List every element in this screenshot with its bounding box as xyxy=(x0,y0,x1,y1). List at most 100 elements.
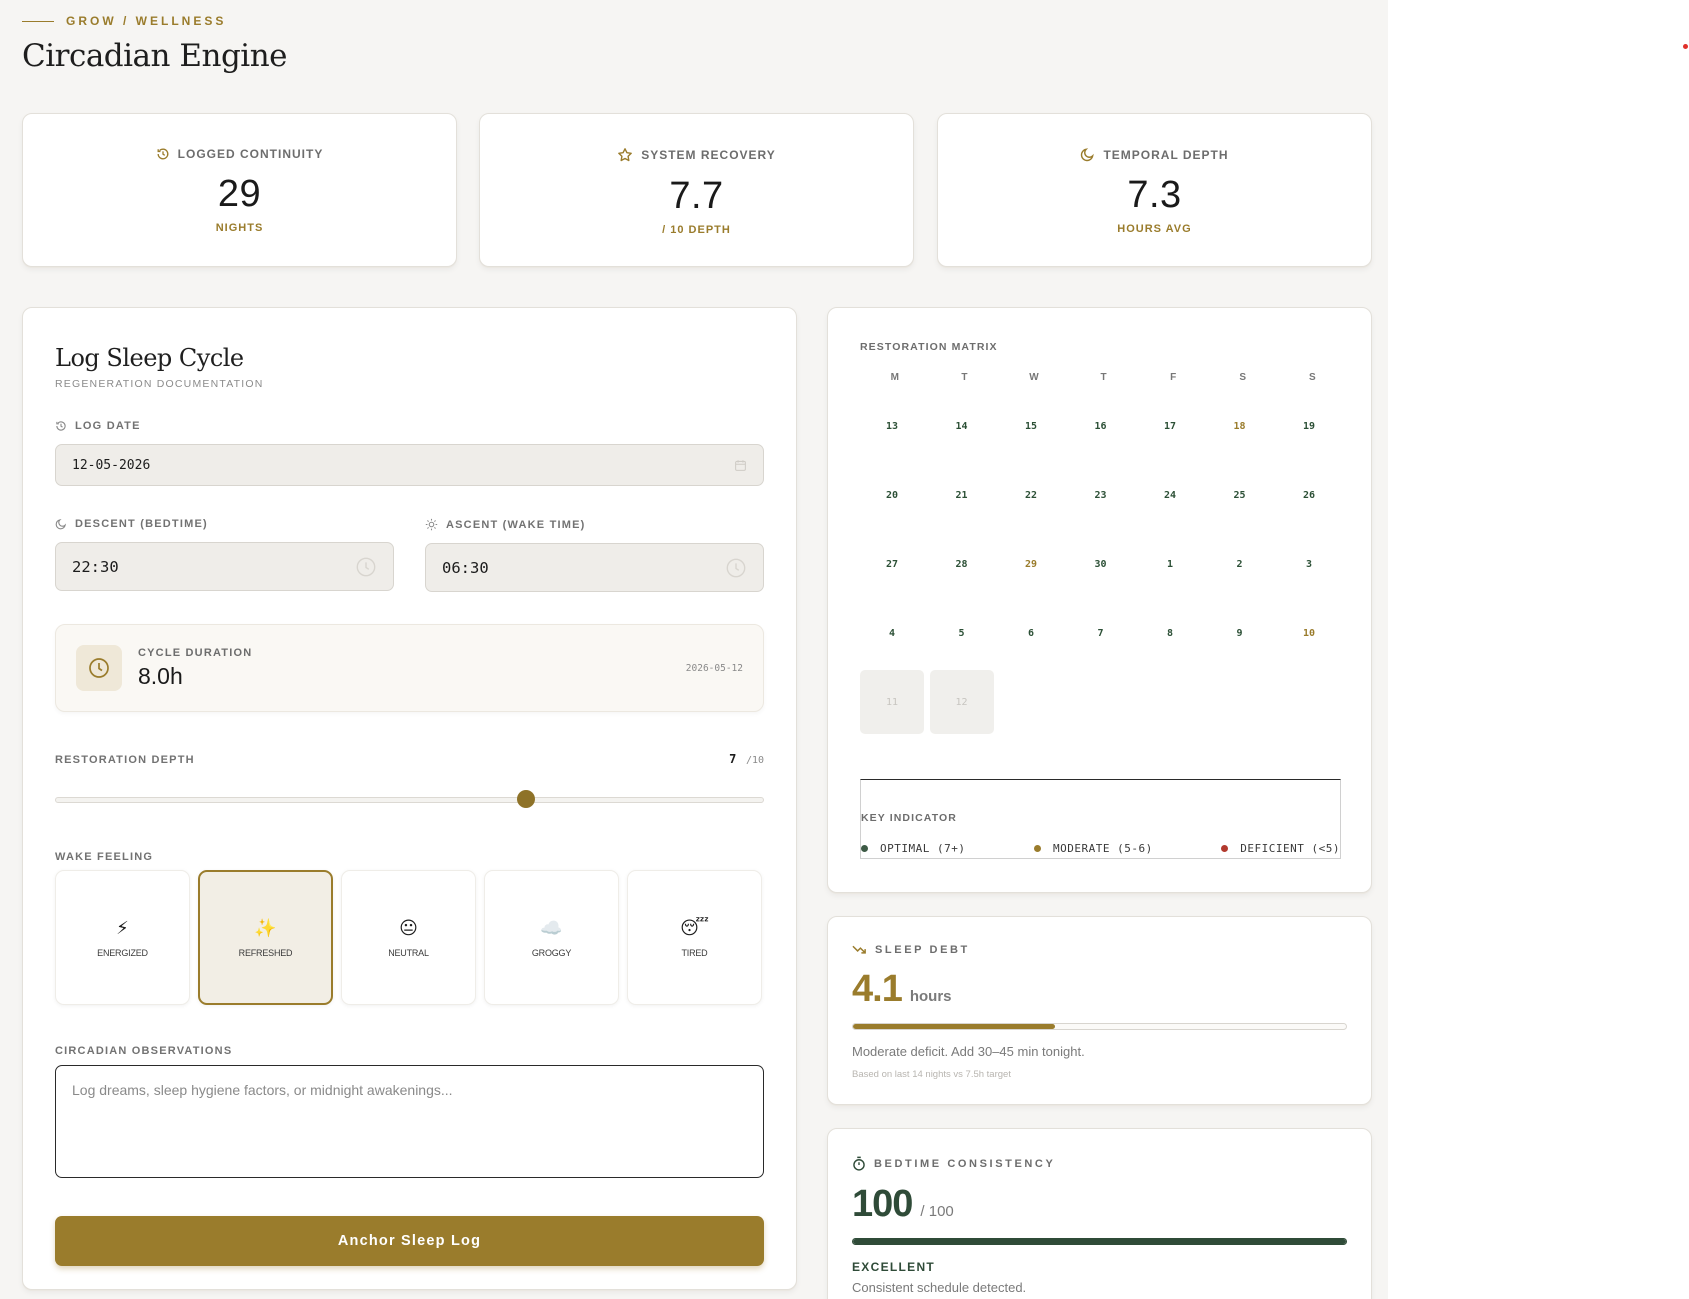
calendar-day[interactable]: 5 xyxy=(930,601,994,665)
calendar-days: 13 14 15 16 17 18 19 20 21 22 23 24 25 26 27 28 29 30 1 2 3 4… xyxy=(860,394,1341,734)
stat-card-system-recovery: SYSTEM RECOVERY 7.7 / 10 DEPTH xyxy=(479,113,914,267)
wake-feeling-tired[interactable]: 😴 TIRED xyxy=(627,870,762,1005)
calendar-day[interactable]: 9 xyxy=(1208,601,1272,665)
calendar-icon[interactable] xyxy=(734,459,747,472)
calendar-day[interactable]: 4 xyxy=(860,601,924,665)
wake-feeling-neutral[interactable]: 😐 NEUTRAL xyxy=(341,870,476,1005)
calendar-day[interactable]: 17 xyxy=(1138,394,1202,458)
breadcrumb: GROW / WELLNESS xyxy=(22,14,287,28)
consistency-label-text: BEDTIME CONSISTENCY xyxy=(874,1157,1056,1170)
calendar-day[interactable]: 2 xyxy=(1208,532,1272,596)
stat-label-row: TEMPORAL DEPTH xyxy=(938,147,1371,162)
calendar-day[interactable]: 12 xyxy=(929,670,994,734)
wake-feeling-refreshed[interactable]: ✨ REFRESHED xyxy=(198,870,333,1005)
calendar-day[interactable]: 6 xyxy=(999,601,1063,665)
bedtime-input[interactable]: 22:30 xyxy=(55,542,394,591)
calendar-day[interactable]: 10 xyxy=(1277,601,1341,665)
calendar-day[interactable]: 18 xyxy=(1208,394,1272,458)
calendar-day[interactable]: 11 xyxy=(860,670,924,734)
calendar-day[interactable]: 30 xyxy=(1069,532,1133,596)
calendar-day[interactable]: 28 xyxy=(930,532,994,596)
consistency-bar-fill xyxy=(853,1239,1346,1244)
legend-dot xyxy=(1034,844,1042,852)
wake-input[interactable]: 06:30 xyxy=(425,543,764,592)
slider-thumb[interactable] xyxy=(516,790,535,808)
restoration-matrix: RESTORATION MATRIX MTWTFSS 13 14 15 16 17 18 1… xyxy=(827,307,1372,893)
duration-value: 8.0h xyxy=(138,662,183,689)
restoration-depth-slider[interactable] xyxy=(55,790,764,808)
calendar-day[interactable]: 19 xyxy=(1277,394,1341,458)
stopwatch-icon xyxy=(853,1156,865,1171)
stat-label-row: LOGGED CONTINUITY xyxy=(23,147,456,161)
weekday-header: MTWTFSS xyxy=(860,365,1341,389)
depth-label: RESTORATION DEPTH xyxy=(55,754,195,766)
wake-feeling-label: TIRED xyxy=(681,948,708,958)
calendar-day[interactable]: 15 xyxy=(999,394,1063,458)
clock-icon xyxy=(76,645,122,691)
wake-feeling-options: ⚡ ENERGIZED ✨ REFRESHED 😐 NEUTRAL ☁️ GROGGY 😴 TIR… xyxy=(55,870,764,1005)
observations-textarea[interactable]: Log dreams, sleep hygiene factors, or mi… xyxy=(55,1065,764,1178)
log-date-label: LOG DATE xyxy=(55,420,764,432)
log-date-label-text: LOG DATE xyxy=(75,420,141,432)
page-header: GROW / WELLNESS Circadian Engine xyxy=(22,14,288,74)
sun-icon xyxy=(425,518,438,531)
calendar-day[interactable]: 7 xyxy=(1069,601,1133,665)
calendar-day[interactable]: 8 xyxy=(1138,601,1202,665)
consistency-status: EXCELLENT xyxy=(852,1260,936,1274)
log-date-value: 12-05-2026 xyxy=(72,457,151,473)
calendar-day[interactable]: 16 xyxy=(1069,394,1133,458)
calendar-day[interactable]: 23 xyxy=(1069,463,1133,527)
calendar-day[interactable]: 22 xyxy=(999,463,1063,527)
log-date-input[interactable]: 12-05-2026 xyxy=(55,444,764,486)
duration-text: CYCLE DURATION 8.0h xyxy=(138,647,252,690)
sleep-debt-value-row: 4.1 hours xyxy=(852,968,1347,1011)
wake-group: ASCENT (WAKE TIME) 06:30 xyxy=(425,518,764,592)
sleep-debt-basis: Based on last 14 nights vs 7.5h target xyxy=(852,1069,1011,1080)
clock-icon[interactable] xyxy=(355,556,377,578)
depth-value: 7 xyxy=(729,752,737,766)
calendar-day[interactable]: 29 xyxy=(999,532,1063,596)
stat-label: TEMPORAL DEPTH xyxy=(1103,147,1229,162)
anchor-sleep-log-button[interactable]: Anchor Sleep Log xyxy=(55,1216,764,1266)
wake-value: 06:30 xyxy=(442,558,489,577)
stat-value: 29 xyxy=(217,173,262,215)
time-row: DESCENT (BEDTIME) 22:30 ASCENT (WAKE TIM… xyxy=(55,518,764,592)
calendar-day[interactable]: 13 xyxy=(860,394,924,458)
wake-feeling-label: REFRESHED xyxy=(238,948,293,958)
calendar-day[interactable]: 20 xyxy=(860,463,924,527)
wake-feeling-groggy[interactable]: ☁️ GROGGY xyxy=(484,870,619,1005)
calendar-day[interactable]: 21 xyxy=(930,463,994,527)
weekday-label: T xyxy=(961,371,968,383)
weekday-label: F xyxy=(1170,371,1177,383)
groggy-emoji-icon: ☁️ xyxy=(540,918,563,938)
wake-label-text: ASCENT (WAKE TIME) xyxy=(446,518,586,531)
consistency-value: 100 xyxy=(852,1183,913,1225)
log-sleep-form: Log Sleep Cycle REGENERATION DOCUMENTATI… xyxy=(22,307,797,1290)
calendar-day[interactable]: 14 xyxy=(930,394,994,458)
legend-dot xyxy=(861,844,868,852)
cycle-duration-panel: CYCLE DURATION 8.0h 2026-05-12 xyxy=(55,624,764,712)
bedtime-group: DESCENT (BEDTIME) 22:30 xyxy=(55,518,394,592)
observations-label: CIRCADIAN OBSERVATIONS xyxy=(55,1045,233,1057)
calendar-day[interactable]: 1 xyxy=(1138,532,1202,596)
legend-item: DEFICIENT (<5) xyxy=(1221,842,1340,855)
stat-unit: / 10 DEPTH xyxy=(662,224,731,236)
energized-emoji-icon: ⚡ xyxy=(116,918,129,938)
bedtime-label: DESCENT (BEDTIME) xyxy=(55,518,394,530)
trending-down-icon xyxy=(852,945,866,954)
sleep-debt-note: Moderate deficit. Add 30–45 min tonight. xyxy=(852,1044,1085,1059)
legend-item: OPTIMAL (7+) xyxy=(861,842,965,855)
moon-icon xyxy=(1081,148,1095,162)
stat-card-temporal-depth: TEMPORAL DEPTH 7.3 HOURS AVG xyxy=(937,113,1372,267)
calendar-day[interactable]: 24 xyxy=(1138,463,1202,527)
calendar-day[interactable]: 25 xyxy=(1208,463,1272,527)
calendar-day[interactable]: 3 xyxy=(1277,532,1341,596)
clock-icon[interactable] xyxy=(725,557,747,579)
moon-icon xyxy=(55,518,67,530)
sleep-debt-bar-fill xyxy=(853,1024,1056,1029)
bedtime-label-text: DESCENT (BEDTIME) xyxy=(75,518,208,530)
calendar-day[interactable]: 26 xyxy=(1277,463,1341,527)
wake-feeling-energized[interactable]: ⚡ ENERGIZED xyxy=(55,870,190,1005)
bedtime-value: 22:30 xyxy=(72,557,119,576)
calendar-day[interactable]: 27 xyxy=(860,532,924,596)
